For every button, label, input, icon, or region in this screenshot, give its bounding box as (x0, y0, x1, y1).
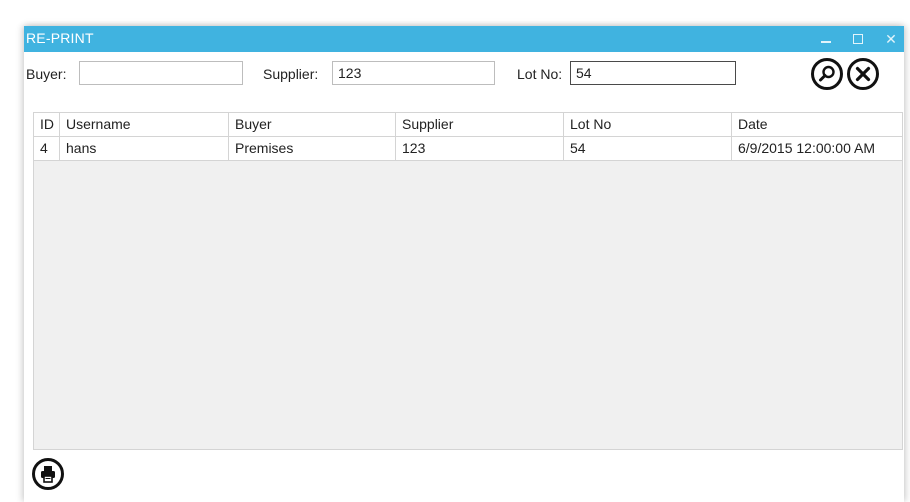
grid-header: ID Username Buyer Supplier Lot No Date (34, 113, 902, 137)
search-button[interactable] (811, 58, 843, 90)
cell-username: hans (60, 137, 229, 160)
column-header-username[interactable]: Username (60, 113, 229, 136)
cell-id: 4 (34, 137, 60, 160)
cancel-button[interactable] (847, 58, 879, 90)
supplier-label: Supplier: (263, 66, 319, 82)
close-window-icon: ✕ (885, 31, 897, 47)
lot-no-label: Lot No: (517, 66, 563, 82)
cell-date: 6/9/2015 12:00:00 AM (738, 140, 875, 156)
lot-no-input[interactable] (570, 61, 736, 85)
cell-buyer: Premises (229, 137, 396, 160)
close-window-button[interactable]: ✕ (880, 28, 902, 50)
close-icon (855, 66, 871, 82)
column-header-id[interactable]: ID (34, 113, 60, 136)
supplier-input[interactable] (332, 61, 495, 85)
buyer-input[interactable] (79, 61, 243, 85)
table-row[interactable]: 4 hans Premises 123 54 6/9/2015 12:00:00… (34, 137, 902, 161)
reprint-window: RE-PRINT ✕ Buyer: Supplier: Lot No: ID U… (24, 26, 904, 502)
column-header-supplier[interactable]: Supplier (396, 113, 564, 136)
title-bar[interactable]: RE-PRINT ✕ (24, 26, 904, 52)
search-icon (819, 65, 835, 82)
maximize-button[interactable] (847, 28, 869, 50)
minimize-icon (821, 41, 831, 43)
maximize-icon (853, 34, 863, 44)
printer-icon (41, 466, 55, 483)
window-title: RE-PRINT (26, 30, 94, 46)
cell-supplier: 123 (396, 137, 564, 160)
results-grid[interactable]: ID Username Buyer Supplier Lot No Date 4… (33, 112, 903, 450)
print-button[interactable] (32, 458, 64, 490)
column-header-buyer[interactable]: Buyer (229, 113, 396, 136)
column-header-lot-no[interactable]: Lot No (564, 113, 732, 136)
buyer-label: Buyer: (26, 66, 67, 82)
minimize-button[interactable] (815, 28, 837, 50)
cell-lot-no: 54 (564, 137, 732, 160)
column-header-date[interactable]: Date (732, 113, 902, 136)
